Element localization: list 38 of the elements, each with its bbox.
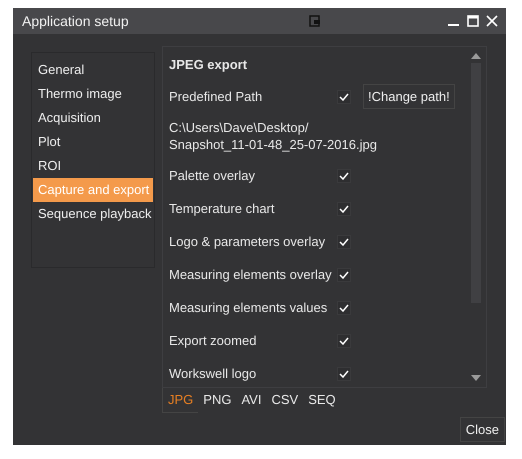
format-tab[interactable]: AVI xyxy=(236,388,266,412)
sidebar-item[interactable]: Thermo image xyxy=(33,82,153,106)
sidebar-item[interactable]: Acquisition xyxy=(33,106,153,130)
scroll-down-icon[interactable] xyxy=(471,375,481,381)
option-label: Measuring elements values xyxy=(169,300,328,315)
checkbox[interactable] xyxy=(337,268,351,282)
scroll-up-icon[interactable] xyxy=(471,53,481,59)
checkbox[interactable] xyxy=(337,202,351,216)
format-tab[interactable]: CSV xyxy=(266,388,304,412)
format-tab[interactable]: JPG xyxy=(162,388,198,412)
sidebar-item[interactable]: Sequence playback xyxy=(33,202,153,226)
scrollbar[interactable] xyxy=(470,53,482,381)
sidebar-item[interactable]: General xyxy=(33,58,153,82)
change-path-button[interactable]: !Change path! xyxy=(363,84,455,109)
option-label: Export zoomed xyxy=(169,333,258,348)
option-label: Logo & parameters overlay xyxy=(169,234,326,249)
section-heading: JPEG export xyxy=(169,56,248,74)
option-label: Temperature chart xyxy=(169,201,276,216)
option-label: Predefined Path xyxy=(169,89,264,104)
checkbox[interactable] xyxy=(337,366,351,380)
option-label: Workswell logo xyxy=(169,366,258,381)
checkbox[interactable] xyxy=(337,90,351,104)
checkbox[interactable] xyxy=(337,334,351,348)
checkbox[interactable] xyxy=(337,300,351,314)
sidebar-item[interactable]: ROI xyxy=(33,154,153,178)
close-icon[interactable] xyxy=(486,15,498,27)
format-tab[interactable]: SEQ xyxy=(303,388,341,412)
maximize-icon[interactable] xyxy=(467,15,479,27)
close-button[interactable]: Close xyxy=(460,417,505,442)
sidebar-item[interactable]: Plot xyxy=(33,130,153,154)
path-text: C:\Users\Dave\Desktop/ Snapshot_11-01-48_25-07-2016.jpg xyxy=(169,119,378,154)
option-label: Palette overlay xyxy=(169,168,256,183)
format-tab[interactable]: PNG xyxy=(198,388,236,412)
window-icon xyxy=(309,15,321,27)
checkbox[interactable] xyxy=(337,168,351,182)
option-label: Measuring elements overlay xyxy=(169,267,333,282)
window-title: Application setup xyxy=(22,13,129,29)
checkbox[interactable] xyxy=(337,234,351,248)
